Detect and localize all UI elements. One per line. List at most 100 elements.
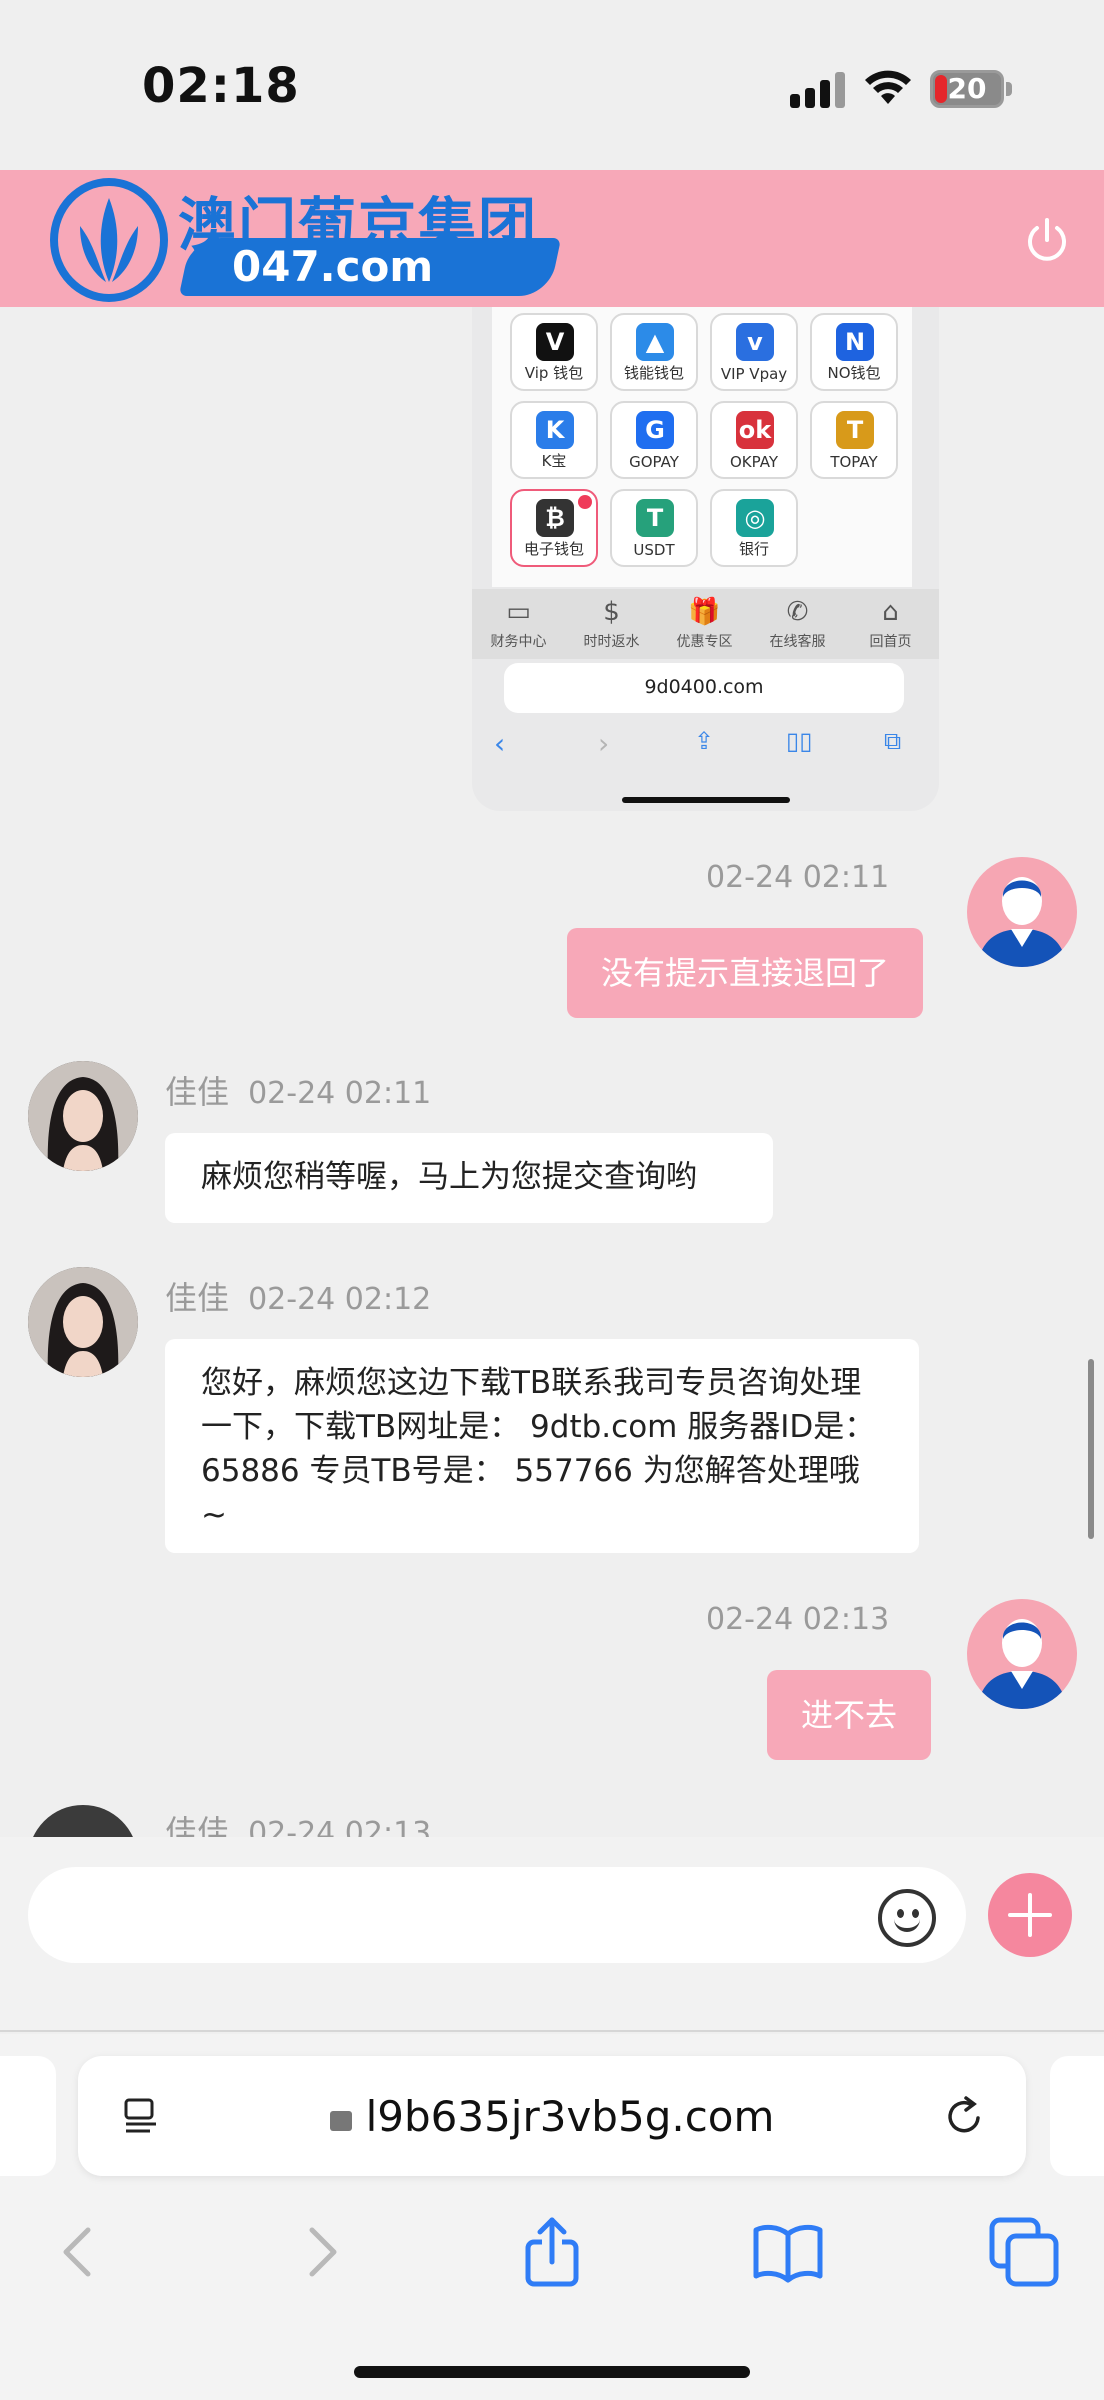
address-bar[interactable]: l9b635jr3vb5g.com — [78, 2056, 1026, 2176]
wallet-icon: ₿ — [536, 499, 574, 537]
wifi-icon — [865, 70, 911, 104]
next-tab-peek[interactable] — [1050, 2056, 1104, 2176]
message-bubble-in: 您好，麻烦您这边下载TB联系我司专员咨询处理一下，下载TB网址是： 9dtb.c… — [165, 1339, 919, 1553]
embedded-url: 9d0400.com — [644, 676, 764, 698]
message-timestamp: 02-24 02:11 — [706, 860, 890, 895]
wallet-option: ok OKPAY — [710, 401, 798, 479]
agent-avatar — [28, 1061, 138, 1171]
wallet-option: N NO钱包 — [810, 313, 898, 391]
wallet-icon: ▲ — [636, 323, 674, 361]
embedded-tab: 🎁 优惠专区 — [658, 589, 751, 659]
embedded-tabs-icon: ⧉ — [884, 727, 902, 755]
browser-toolbar: l9b635jr3vb5g.com — [0, 2034, 1104, 2400]
status-time: 02:18 — [142, 58, 300, 114]
message-timestamp: 02-24 02:13 — [706, 1602, 890, 1637]
agent-avatar — [28, 1267, 138, 1377]
share-icon[interactable] — [512, 2212, 592, 2292]
embedded-tab-icon: $ — [603, 597, 620, 627]
message-timestamp: 02-24 02:13 — [248, 1816, 432, 1837]
embedded-tab: ▭ 财务中心 — [472, 589, 565, 659]
embedded-tab-label: 优惠专区 — [676, 634, 733, 650]
wallet-label: K宝 — [541, 452, 567, 470]
wallet-label: TOPAY — [830, 453, 878, 471]
wallet-option: ₿ 电子钱包 — [510, 489, 598, 567]
user-avatar — [967, 1599, 1077, 1709]
url-text: l9b635jr3vb5g.com — [365, 2092, 775, 2141]
message-timestamp: 02-24 02:11 — [248, 1076, 432, 1111]
bookmarks-icon[interactable] — [748, 2212, 828, 2292]
add-attachment-button[interactable] — [988, 1873, 1072, 1957]
agent-name: 佳佳 — [165, 1073, 230, 1111]
agent-name: 佳佳 — [165, 1813, 230, 1837]
image-message[interactable]: V Vip 钱包 ▲ 钱能钱包 v VIP Vpay N NO钱包 K K宝 G GOPAY ok OKP… — [472, 307, 939, 811]
embedded-url-bar: 9d0400.com — [504, 663, 904, 713]
wallet-option: T TOPAY — [810, 401, 898, 479]
embedded-tab-icon: ⌂ — [882, 597, 899, 627]
tabs-icon[interactable] — [984, 2212, 1064, 2292]
message-bubble-out: 没有提示直接退回了 — [567, 928, 924, 1018]
embedded-tab-bar: ▭ 财务中心 $ 时时返水 🎁 优惠专区 ✆ 在线客服 ⌂ 回首页 — [472, 589, 939, 659]
status-bar: 02:18 20 — [0, 0, 1104, 170]
back-icon[interactable] — [40, 2212, 120, 2292]
embedded-tab: $ 时时返水 — [565, 589, 658, 659]
wallet-option: G GOPAY — [610, 401, 698, 479]
wallet-label: USDT — [633, 541, 675, 559]
wallet-label: GOPAY — [629, 453, 679, 471]
wallet-label: 电子钱包 — [523, 540, 584, 558]
wallet-icon: V — [536, 323, 574, 361]
brand-domain: 047.com — [232, 242, 434, 291]
emoji-icon[interactable] — [878, 1889, 936, 1947]
embedded-tab-label: 财务中心 — [490, 634, 547, 650]
cellular-signal-icon — [790, 72, 846, 108]
embedded-tab-label: 时时返水 — [583, 634, 640, 650]
power-icon[interactable] — [1022, 216, 1072, 266]
chat-message-list[interactable]: V Vip 钱包 ▲ 钱能钱包 v VIP Vpay N NO钱包 K K宝 G GOPAY ok OKP… — [0, 307, 1104, 1837]
agent-avatar — [28, 1805, 138, 1837]
message-meta: 佳佳 02-24 02:13 — [165, 1807, 431, 1837]
battery-level: 20 — [947, 72, 987, 105]
message-meta: 佳佳 02-24 02:12 — [165, 1273, 431, 1319]
selected-check-icon — [578, 495, 592, 509]
reload-icon[interactable] — [940, 2092, 988, 2140]
wallet-label: VIP Vpay — [720, 365, 788, 383]
message-bubble-out: 进不去 — [767, 1670, 932, 1760]
wallet-icon: K — [536, 411, 574, 449]
wallet-option: K K宝 — [510, 401, 598, 479]
message-input[interactable] — [28, 1867, 966, 1963]
wallet-option: ◎ 银行 — [710, 489, 798, 567]
wallet-label: NO钱包 — [827, 364, 881, 382]
battery-icon: 20 — [930, 70, 1004, 108]
forward-icon[interactable] — [280, 2212, 360, 2292]
wallet-label: Vip 钱包 — [524, 364, 584, 382]
wallet-option: v VIP Vpay — [710, 313, 798, 391]
wallet-label: 银行 — [738, 540, 769, 558]
agent-name: 佳佳 — [165, 1279, 230, 1317]
user-avatar — [967, 857, 1077, 967]
previous-tab-peek[interactable] — [0, 2056, 56, 2176]
message-timestamp: 02-24 02:12 — [248, 1282, 432, 1317]
embedded-back-icon: ‹ — [494, 727, 506, 760]
wallet-option: V Vip 钱包 — [510, 313, 598, 391]
embedded-tab-label: 回首页 — [869, 634, 912, 650]
message-meta: 佳佳 02-24 02:11 — [165, 1067, 431, 1113]
url-display[interactable]: l9b635jr3vb5g.com — [78, 2092, 1026, 2141]
embedded-home-indicator — [622, 797, 790, 803]
wallet-icon: ok — [736, 411, 774, 449]
wallet-label: 钱能钱包 — [623, 364, 684, 382]
embedded-forward-icon: › — [598, 727, 610, 760]
brand-logo-icon — [50, 178, 168, 302]
app-header: 澳门葡京集团 047.com — [0, 170, 1104, 307]
embedded-tab-icon: 🎁 — [688, 597, 721, 627]
embedded-tab-label: 在线客服 — [769, 634, 826, 650]
embedded-tab-icon: ✆ — [786, 597, 809, 627]
wallet-option: ▲ 钱能钱包 — [610, 313, 698, 391]
embedded-tab: ✆ 在线客服 — [751, 589, 844, 659]
wallet-icon: G — [636, 411, 674, 449]
chat-scrollbar[interactable] — [1088, 1359, 1094, 1539]
wallet-icon: T — [836, 411, 874, 449]
message-composer — [0, 1837, 1104, 2032]
wallet-icon: v — [736, 323, 774, 361]
message-bubble-in: 麻烦您稍等喔，马上为您提交查询哟 — [165, 1133, 773, 1223]
embedded-tab-icon: ▭ — [506, 597, 531, 627]
embedded-tab: ⌂ 回首页 — [844, 589, 937, 659]
